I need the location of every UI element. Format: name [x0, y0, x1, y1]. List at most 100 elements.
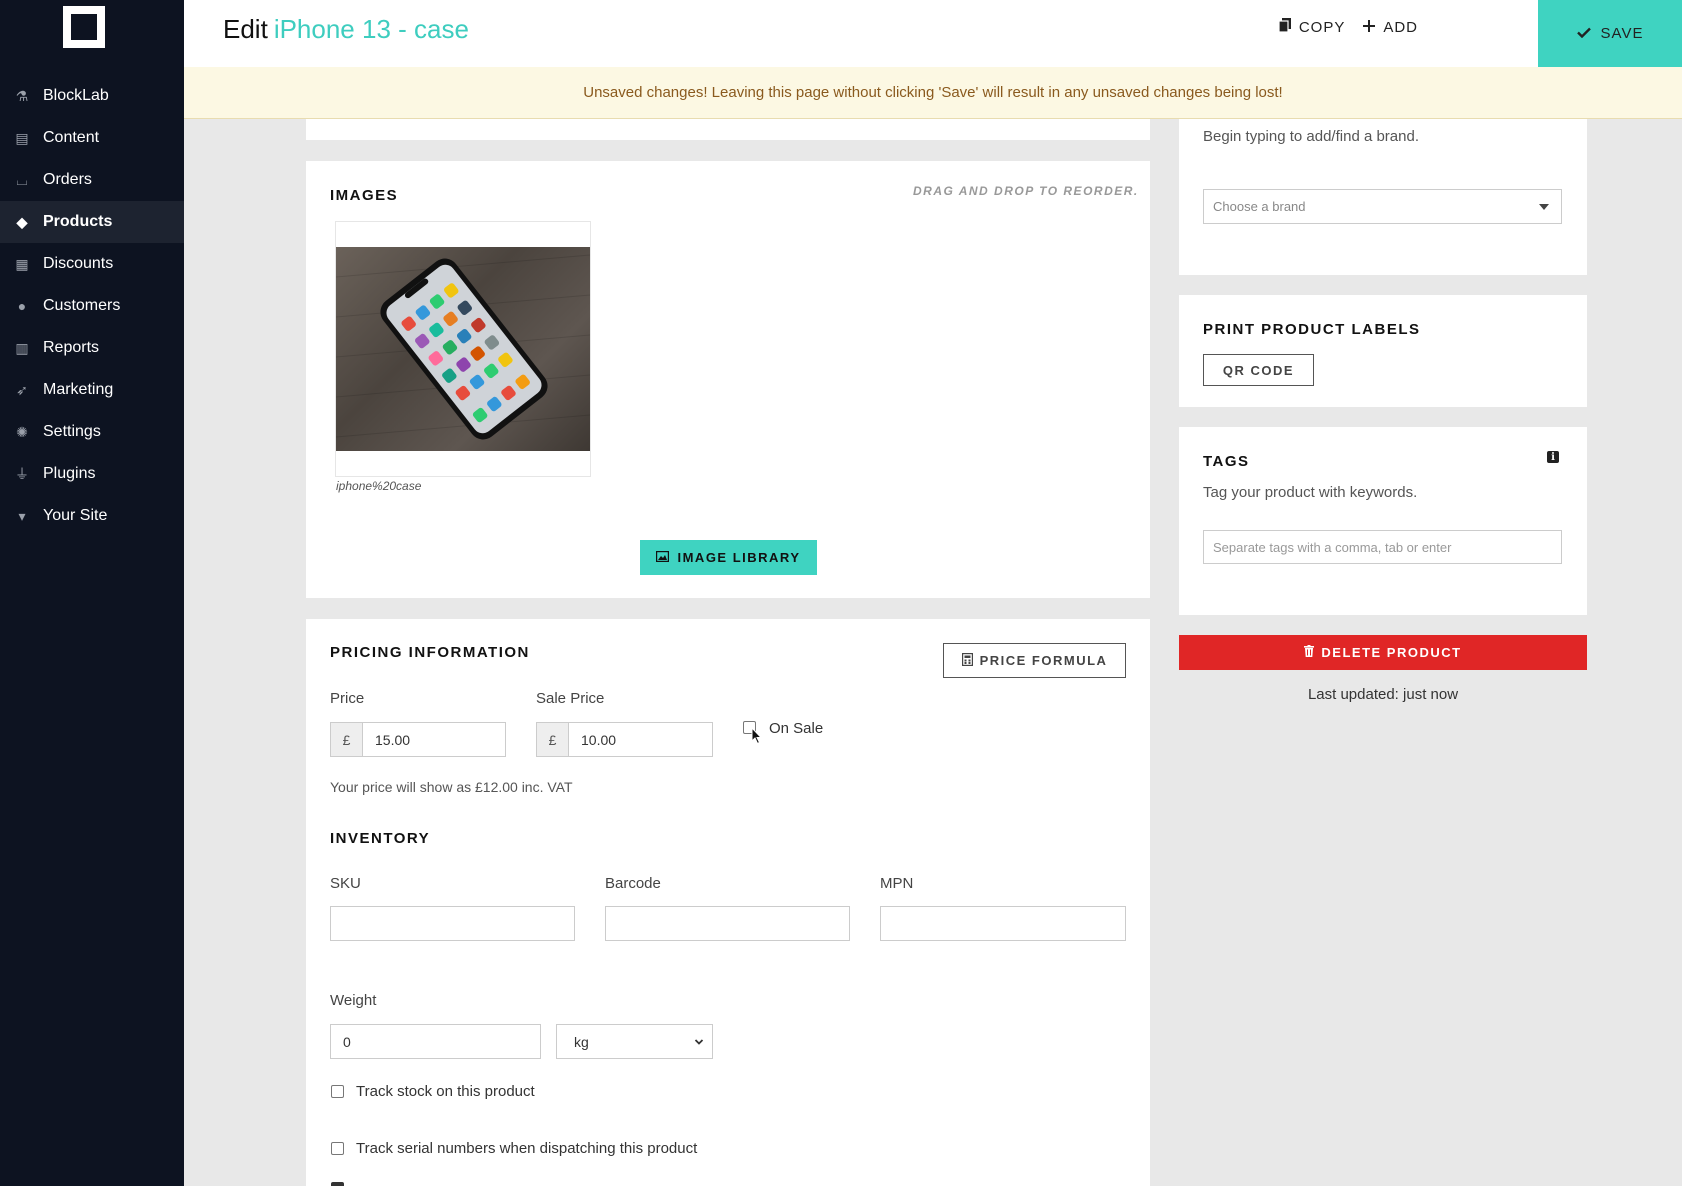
brand-placeholder: Choose a brand	[1213, 199, 1306, 214]
mouse-cursor-icon	[751, 726, 763, 750]
trash-icon	[1304, 645, 1315, 660]
sidebar-item-blocklab[interactable]: ⚗ BlockLab	[0, 75, 184, 117]
weight-unit-value: kg	[574, 1033, 589, 1050]
plus-icon	[1363, 19, 1376, 36]
sidebar-item-products[interactable]: ◆ Products	[0, 201, 184, 243]
add-button[interactable]: ADD	[1363, 18, 1418, 36]
price-label: Price	[330, 690, 365, 707]
price-formula-button[interactable]: PRICE FORMULA	[943, 643, 1126, 678]
tag-icon: ◆	[16, 213, 28, 230]
sidebar-item-customers[interactable]: ● Customers	[0, 285, 184, 327]
delete-product-label: DELETE PRODUCT	[1321, 645, 1462, 660]
sidebar-item-discounts[interactable]: ▦ Discounts	[0, 243, 184, 285]
sidebar-item-label: Your Site	[43, 507, 108, 524]
image-caption: iphone%20case	[336, 479, 422, 493]
price-input[interactable]: 15.00	[362, 722, 506, 757]
sidebar-item-plugins[interactable]: ⏚ Plugins	[0, 453, 184, 495]
sidebar-item-reports[interactable]: ▥ Reports	[0, 327, 184, 369]
labels-title: PRINT PRODUCT LABELS	[1203, 321, 1421, 338]
barcode-label: Barcode	[605, 875, 661, 892]
image-library-button[interactable]: IMAGE LIBRARY	[640, 540, 817, 575]
tags-hint: Tag your product with keywords.	[1203, 484, 1418, 501]
track-stock-checkbox[interactable]	[331, 1085, 344, 1098]
on-sale-label: On Sale	[769, 720, 824, 737]
caret-down-icon	[1539, 204, 1549, 210]
file-icon: ▤	[15, 129, 29, 146]
inventory-title: INVENTORY	[330, 830, 431, 847]
sku-input[interactable]	[330, 906, 575, 941]
gear-icon: ✺	[16, 423, 28, 440]
image-icon	[656, 550, 670, 565]
image-library-label: IMAGE LIBRARY	[677, 550, 801, 565]
price-formula-label: PRICE FORMULA	[979, 653, 1108, 668]
product-image[interactable]	[336, 247, 590, 451]
unsaved-warning-banner: Unsaved changes! Leaving this page witho…	[184, 67, 1682, 119]
brand-hint: Begin typing to add/find a brand.	[1203, 128, 1419, 145]
basket-icon: ▾	[18, 507, 26, 524]
sidebar: ⚗ BlockLab ▤ Content ⌴ Orders ◆ Products ▦ Discou…	[0, 0, 184, 1186]
sidebar-item-label: Discounts	[43, 255, 114, 272]
reorder-note: DRAG AND DROP TO REORDER.	[913, 184, 1139, 198]
images-title: IMAGES	[330, 187, 399, 204]
copy-label: COPY	[1298, 18, 1346, 36]
brand-select[interactable]: Choose a brand	[1203, 189, 1562, 224]
track-serial-checkbox[interactable]	[331, 1142, 344, 1155]
pricing-title: PRICING INFORMATION	[330, 644, 530, 661]
weight-label: Weight	[330, 992, 377, 1009]
sale-price-label: Sale Price	[536, 690, 605, 707]
last-updated: Last updated: just now	[1307, 686, 1459, 703]
track-serial-label: Track serial numbers when dispatching th…	[356, 1140, 698, 1157]
pricing-panel	[306, 619, 1150, 1186]
tags-input[interactable]: Separate tags with a comma, tab or enter	[1203, 530, 1562, 564]
sidebar-item-orders[interactable]: ⌴ Orders	[0, 159, 184, 201]
sale-price-currency: £	[536, 722, 569, 757]
sidebar-item-content[interactable]: ▤ Content	[0, 117, 184, 159]
flask-icon: ⚗	[15, 87, 29, 104]
add-label: ADD	[1383, 18, 1418, 36]
sidebar-item-your-site[interactable]: ▾ Your Site	[0, 495, 184, 537]
partial-checkbox[interactable]	[331, 1182, 344, 1186]
sidebar-item-label: Orders	[43, 171, 92, 188]
sidebar-item-label: BlockLab	[43, 87, 109, 104]
sku-label: SKU	[330, 875, 361, 892]
chevron-down-icon	[694, 1035, 704, 1051]
vat-note: Your price will show as £12.00 inc. VAT	[330, 779, 573, 795]
top-actions: COPY ADD	[1278, 18, 1418, 36]
barcode-input[interactable]	[605, 906, 850, 941]
unsaved-warning-text: Unsaved changes! Leaving this page witho…	[583, 84, 1283, 101]
sidebar-item-label: Reports	[43, 339, 100, 356]
copy-icon	[1278, 18, 1291, 36]
copy-button[interactable]: COPY	[1278, 18, 1346, 36]
sidebar-item-label: Customers	[43, 297, 121, 314]
sidebar-item-settings[interactable]: ✺ Settings	[0, 411, 184, 453]
track-stock-label: Track stock on this product	[356, 1083, 535, 1100]
sidebar-item-label: Plugins	[43, 465, 96, 482]
page-title: Edit iPhone 13 - case	[223, 14, 469, 45]
weight-unit-select[interactable]: kg	[556, 1024, 713, 1059]
save-button[interactable]: SAVE	[1538, 0, 1682, 67]
sidebar-item-label: Products	[43, 213, 113, 230]
previous-panel	[306, 119, 1150, 140]
sidebar-item-marketing[interactable]: ➶ Marketing	[0, 369, 184, 411]
labels-panel	[1179, 295, 1587, 407]
plug-icon: ⏚	[15, 466, 29, 482]
edit-label: Edit	[223, 14, 268, 44]
calendar-icon: ▦	[15, 255, 29, 272]
product-name: iPhone 13 - case	[273, 14, 469, 44]
qr-code-button[interactable]: QR CODE	[1203, 354, 1314, 386]
mpn-input[interactable]	[880, 906, 1126, 941]
weight-input[interactable]: 0	[330, 1024, 541, 1059]
bar-chart-icon: ▥	[15, 339, 29, 356]
tags-title: TAGS	[1203, 453, 1250, 470]
sidebar-item-label: Content	[43, 129, 100, 146]
delete-product-button[interactable]: DELETE PRODUCT	[1179, 635, 1587, 670]
info-icon[interactable]: i	[1547, 451, 1559, 463]
calculator-icon	[961, 652, 973, 669]
check-icon	[1576, 25, 1591, 42]
save-label: SAVE	[1600, 25, 1644, 42]
sidebar-item-label: Marketing	[43, 381, 114, 398]
sale-price-input[interactable]: 10.00	[568, 722, 713, 757]
logo-icon[interactable]	[63, 6, 105, 48]
price-currency: £	[330, 722, 363, 757]
inbox-icon: ⌴	[16, 171, 28, 188]
